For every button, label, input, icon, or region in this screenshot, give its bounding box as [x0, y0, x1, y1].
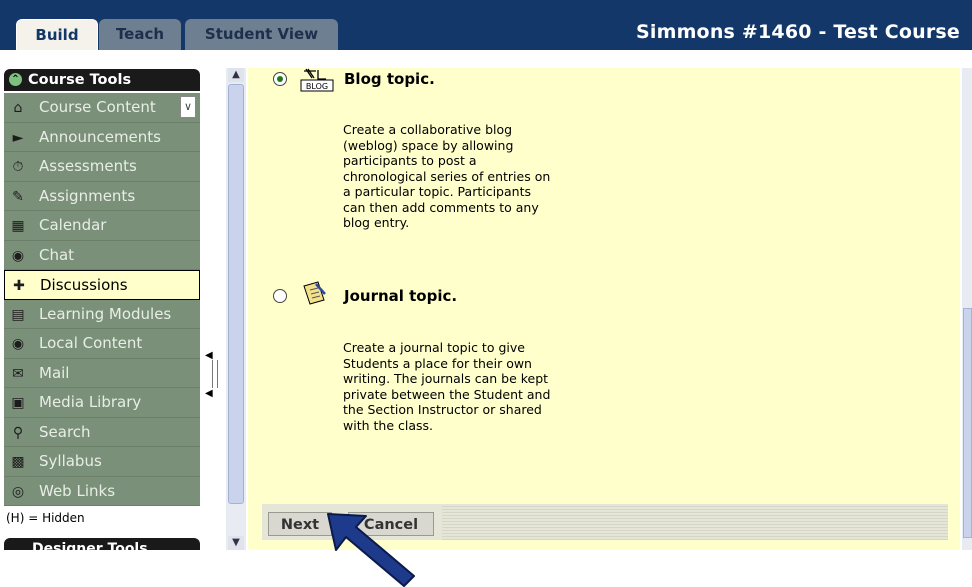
journal-icon	[303, 281, 326, 305]
topic-type-panel: BLOG Blog topic. Create a collaborative …	[248, 68, 960, 550]
sidebar-item-label: Announcements	[39, 127, 161, 146]
course-title: Simmons #1460 - Test Course	[635, 21, 960, 43]
tab-teach[interactable]: Teach	[99, 19, 181, 50]
syllabus-icon: ▩	[11, 454, 25, 470]
blog-topic-radio[interactable]	[273, 72, 287, 86]
sidebar-item-label: Calendar	[39, 216, 107, 234]
sidebar-item-label: Mail	[39, 363, 70, 382]
svg-text:BLOG: BLOG	[306, 82, 328, 91]
sidebar-item-media-library[interactable]: ▣ Media Library	[4, 388, 200, 418]
pointer-arrow-icon	[327, 513, 415, 587]
sidebar-item-label: Search	[39, 422, 91, 441]
chevron-down-icon[interactable]: ∨	[180, 96, 196, 118]
home-icon: ⌂	[13, 100, 23, 116]
sidebar-item-assignments[interactable]: ✎ Assignments	[4, 181, 200, 211]
sidebar-item-label: Discussions	[40, 276, 128, 294]
journal-topic-radio[interactable]	[273, 289, 287, 303]
sidebar-item-mail[interactable]: ✉ Mail	[4, 358, 200, 388]
sidebar-item-label: Chat	[39, 245, 75, 264]
collapse-icon[interactable]: ⌃	[9, 73, 22, 86]
collapse-left-icon[interactable]: ◀	[205, 388, 213, 399]
sidebar-item-search[interactable]: ⚲ Search	[4, 417, 200, 447]
panel-splitter[interactable]: ◀ ◀	[205, 350, 221, 400]
sidebar-item-label: Local Content	[39, 334, 143, 352]
blog-topic-title: Blog topic.	[344, 70, 435, 88]
sidebar-item-label: Web Links	[39, 481, 116, 500]
magnifier-icon: ⚲	[12, 424, 24, 441]
sidebar-item-chat[interactable]: ◉ Chat	[4, 240, 200, 270]
top-header: Build Teach Student View Simmons #1460 -…	[0, 0, 972, 51]
stopwatch-icon: ⏱	[12, 159, 24, 175]
envelope-icon: ✉	[12, 365, 24, 382]
sidebar-item-announcements[interactable]: ► Announcements	[4, 122, 200, 152]
speech-bubble-icon: ◉	[11, 247, 25, 264]
media-icon: ▣	[11, 395, 25, 411]
scroll-down-icon[interactable]: ▼	[228, 536, 244, 550]
blog-topic-description: Create a collaborative blog (weblog) spa…	[343, 122, 551, 230]
sidebar-item-learning-modules[interactable]: ▤ Learning Modules	[4, 299, 200, 329]
tab-build[interactable]: Build	[16, 19, 98, 51]
pencil-paper-icon: ✎	[12, 188, 24, 205]
sidebar-item-assessments[interactable]: ⏱ Assessments	[4, 152, 200, 182]
sidebar-item-calendar[interactable]: ▦ Calendar	[4, 211, 200, 241]
designer-tools-header[interactable]: Designer Tools	[4, 538, 200, 550]
journal-topic-description: Create a journal topic to give Students …	[343, 340, 551, 433]
sidebar-item-web-links[interactable]: ◎ Web Links	[4, 476, 200, 506]
designer-tools-title: Designer Tools	[32, 541, 148, 550]
app-window: Build Teach Student View Simmons #1460 -…	[0, 0, 972, 550]
sidebar-scrollbar[interactable]: ▲ ▼	[226, 68, 246, 550]
sidebar-item-label: Assessments	[39, 157, 137, 175]
course-tools-title: Course Tools	[28, 72, 132, 88]
scrollbar-thumb[interactable]	[963, 308, 972, 538]
blog-icon: BLOG	[300, 68, 334, 92]
course-tools-nav: ⌂ Course Content ∨ ► Announcements ⏱ Ass…	[4, 93, 200, 506]
sidebar-item-discussions[interactable]: ✚ Discussions	[4, 270, 200, 300]
sidebar-item-local-content[interactable]: ◉ Local Content	[4, 329, 200, 359]
hidden-legend: (H) = Hidden	[6, 511, 85, 525]
megaphone-icon: ►	[12, 129, 24, 146]
globe-icon: ◎	[11, 483, 25, 500]
action-bar-fill	[442, 504, 948, 540]
sidebar-item-syllabus[interactable]: ▩ Syllabus	[4, 447, 200, 477]
sidebar-item-label: Course Content	[39, 98, 156, 116]
book-icon: ▤	[11, 306, 25, 323]
pushpin-icon: ✚	[13, 278, 25, 294]
sidebar: ⌃ Course Tools ⌂ Course Content ∨ ► Anno…	[0, 50, 222, 550]
sidebar-item-label: Media Library	[39, 393, 142, 411]
sidebar-item-label: Assignments	[39, 186, 136, 205]
scroll-up-icon[interactable]: ▲	[228, 68, 244, 82]
content-scrollbar[interactable]	[962, 68, 972, 550]
sidebar-item-course-content[interactable]: ⌂ Course Content ∨	[4, 93, 200, 123]
drag-handle-icon[interactable]	[212, 360, 218, 388]
journal-topic-title: Journal topic.	[344, 287, 458, 305]
disc-icon: ◉	[11, 336, 25, 352]
course-tools-header[interactable]: ⌃ Course Tools	[4, 69, 200, 91]
scrollbar-thumb[interactable]	[228, 84, 244, 504]
sidebar-item-label: Learning Modules	[39, 304, 172, 323]
calendar-icon: ▦	[11, 218, 25, 234]
tab-student-view[interactable]: Student View	[185, 19, 338, 50]
sidebar-item-label: Syllabus	[39, 452, 102, 470]
